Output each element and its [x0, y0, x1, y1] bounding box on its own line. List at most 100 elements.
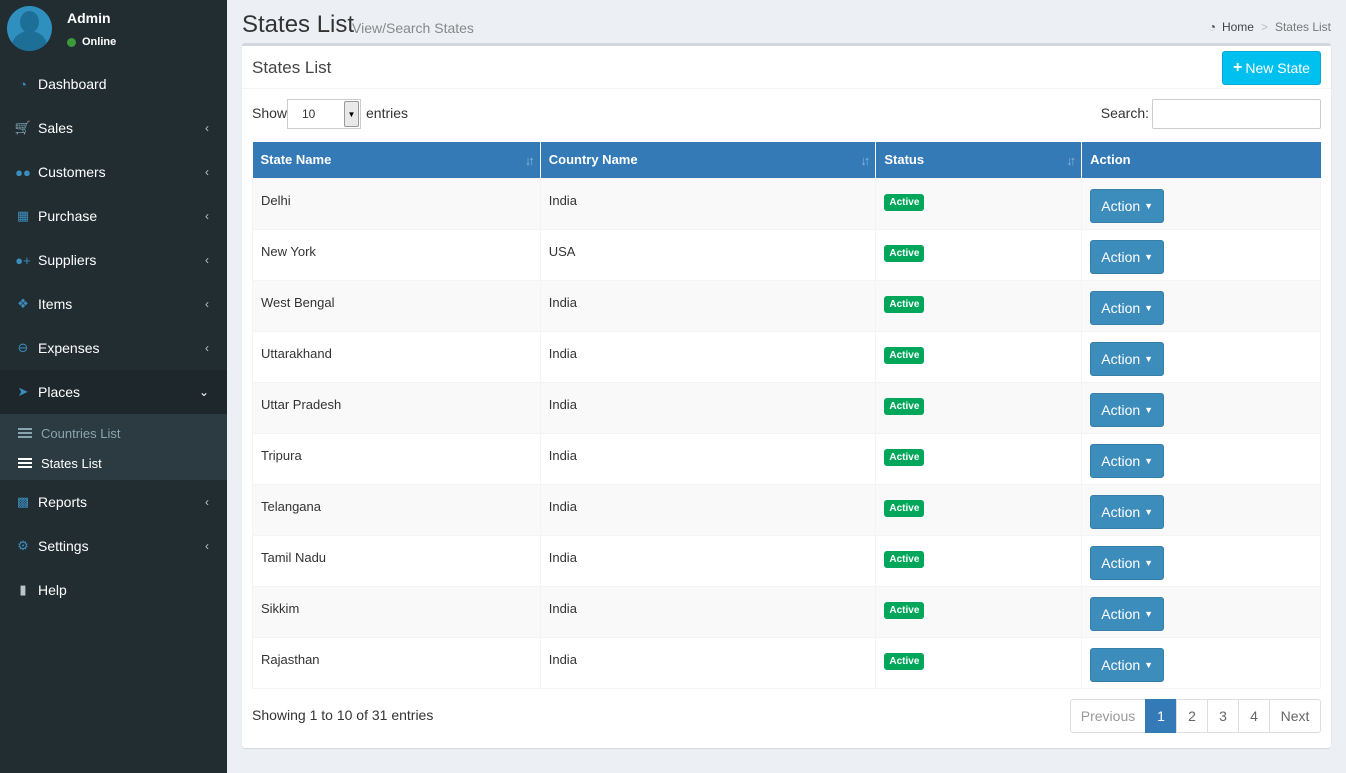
- status-cell: Active: [875, 330, 1083, 383]
- search-input[interactable]: [1152, 99, 1321, 129]
- country-name-cell: India: [539, 432, 877, 485]
- list-icon: [18, 427, 32, 439]
- status-badge: Active: [884, 193, 925, 211]
- status-cell: Active: [875, 585, 1083, 638]
- sidebar-item-help[interactable]: ▮ Help: [0, 568, 227, 612]
- sidebar-item-dashboard[interactable]: ◔ Dashboard: [0, 62, 227, 106]
- action-cell: Action ▼: [1081, 636, 1321, 689]
- book-icon: ▮: [19, 582, 27, 597]
- action-dropdown-button[interactable]: Action ▼: [1090, 647, 1165, 682]
- action-cell: Action ▼: [1081, 585, 1321, 638]
- user-status: Online: [67, 36, 116, 48]
- avatar[interactable]: [7, 6, 52, 51]
- sidebar-item-suppliers[interactable]: ●+ Suppliers ‹: [0, 238, 227, 282]
- caret-down-icon: ▼: [1144, 506, 1154, 517]
- action-dropdown-button[interactable]: Action ▼: [1090, 443, 1165, 478]
- minus-circle-icon: ⊖: [17, 340, 29, 355]
- user-panel: Admin Online: [0, 0, 227, 62]
- state-name-cell: West Bengal: [252, 279, 541, 332]
- page-title: States List: [242, 11, 355, 38]
- dashboard-icon: ◔: [19, 76, 27, 92]
- caret-down-icon: ▼: [1144, 302, 1154, 313]
- sidebar-item-countries-list[interactable]: Countries List: [0, 418, 227, 448]
- chevron-left-icon: ‹: [205, 253, 209, 267]
- table-row: Delhi India Active Action ▼: [252, 177, 1321, 230]
- pagination-page-1[interactable]: 1: [1145, 699, 1177, 733]
- action-dropdown-button[interactable]: Action ▼: [1090, 596, 1165, 631]
- sidebar-item-items[interactable]: ❖ Items ‹: [0, 282, 227, 326]
- state-name-cell: Sikkim: [252, 585, 541, 638]
- caret-down-icon: ▼: [1144, 608, 1154, 619]
- pagination-page-3[interactable]: 3: [1207, 699, 1239, 733]
- action-cell: Action ▼: [1081, 228, 1321, 281]
- column-header-state-name[interactable]: State Name ↓↑: [252, 142, 541, 178]
- table-controls: Show 10 ▼ entries Search:: [252, 99, 1321, 131]
- action-cell: Action ▼: [1081, 381, 1321, 434]
- box-header: States List + New State: [242, 46, 1331, 89]
- table-row: Rajasthan India Active Action ▼: [252, 636, 1321, 689]
- state-name-cell: Delhi: [252, 177, 541, 230]
- action-dropdown-button[interactable]: Action ▼: [1090, 188, 1165, 223]
- caret-down-icon: ▼: [1144, 251, 1154, 262]
- list-icon: [18, 457, 32, 469]
- action-cell: Action ▼: [1081, 432, 1321, 485]
- chevron-left-icon: ‹: [205, 165, 209, 179]
- country-name-cell: USA: [539, 228, 877, 281]
- action-dropdown-button[interactable]: Action ▼: [1090, 239, 1165, 274]
- sidebar-item-sales[interactable]: 🛒 Sales ‹: [0, 106, 227, 150]
- caret-down-icon: ▼: [1144, 659, 1154, 670]
- action-dropdown-button[interactable]: Action ▼: [1090, 392, 1165, 427]
- state-name-cell: Tamil Nadu: [252, 534, 541, 587]
- action-dropdown-button[interactable]: Action ▼: [1090, 545, 1165, 580]
- sort-icon: ↓↑: [1066, 153, 1076, 168]
- state-name-cell: Uttarakhand: [252, 330, 541, 383]
- sidebar-item-customers[interactable]: ●● Customers ‹: [0, 150, 227, 194]
- action-dropdown-button[interactable]: Action ▼: [1090, 290, 1165, 325]
- state-name-cell: Telangana: [252, 483, 541, 536]
- column-header-action: Action: [1081, 142, 1321, 178]
- country-name-cell: India: [539, 483, 877, 536]
- places-submenu: Countries List States List: [0, 414, 227, 480]
- status-cell: Active: [875, 636, 1083, 689]
- breadcrumb-separator: >: [1260, 20, 1268, 34]
- cogs-icon: ⚙: [17, 538, 29, 553]
- action-dropdown-button[interactable]: Action ▼: [1090, 494, 1165, 529]
- new-state-button[interactable]: + New State: [1222, 51, 1321, 85]
- chevron-down-icon: ⌄: [198, 385, 209, 399]
- sidebar: Admin Online ◔ Dashboard 🛒 Sales ‹ ●● Cu…: [0, 0, 227, 773]
- pagination-page-2[interactable]: 2: [1176, 699, 1208, 733]
- online-dot-icon: [67, 37, 76, 47]
- caret-down-icon: ▼: [1144, 557, 1154, 568]
- pagination: Previous 1 2 3 4 Next: [1070, 699, 1321, 733]
- entries-select[interactable]: 10 ▼: [287, 99, 361, 129]
- sidebar-item-states-list[interactable]: States List: [0, 448, 227, 478]
- bar-chart-icon: ▩: [16, 494, 30, 509]
- status-badge: Active: [884, 601, 925, 619]
- status-badge: Active: [884, 244, 925, 262]
- pagination-previous[interactable]: Previous: [1070, 699, 1146, 733]
- state-name-cell: Rajasthan: [252, 636, 541, 689]
- breadcrumb-home[interactable]: Home: [1222, 20, 1254, 34]
- pagination-next[interactable]: Next: [1269, 699, 1321, 733]
- table-row: Uttar Pradesh India Active Action ▼: [252, 381, 1321, 434]
- column-header-status[interactable]: Status ↓↑: [875, 142, 1083, 178]
- column-header-country-name[interactable]: Country Name ↓↑: [540, 142, 877, 178]
- sidebar-item-reports[interactable]: ▩ Reports ‹: [0, 480, 227, 524]
- action-dropdown-button[interactable]: Action ▼: [1090, 341, 1165, 376]
- sidebar-item-places[interactable]: ➤ Places ⌄: [0, 370, 227, 414]
- status-cell: Active: [875, 483, 1083, 536]
- search-label: Search:: [1100, 105, 1149, 121]
- pagination-page-4[interactable]: 4: [1238, 699, 1270, 733]
- country-name-cell: India: [539, 279, 877, 332]
- sidebar-item-settings[interactable]: ⚙ Settings ‹: [0, 524, 227, 568]
- country-name-cell: India: [539, 177, 877, 230]
- dropdown-arrow-icon[interactable]: ▼: [344, 101, 359, 127]
- chevron-left-icon: ‹: [205, 341, 209, 355]
- sidebar-item-purchase[interactable]: ▦ Purchase ‹: [0, 194, 227, 238]
- action-cell: Action ▼: [1081, 177, 1321, 230]
- chevron-left-icon: ‹: [205, 297, 209, 311]
- sort-icon: ↓↑: [860, 153, 870, 168]
- entries-label: entries: [366, 105, 409, 121]
- cubes-icon: ❖: [17, 296, 29, 311]
- sidebar-item-expenses[interactable]: ⊖ Expenses ‹: [0, 326, 227, 370]
